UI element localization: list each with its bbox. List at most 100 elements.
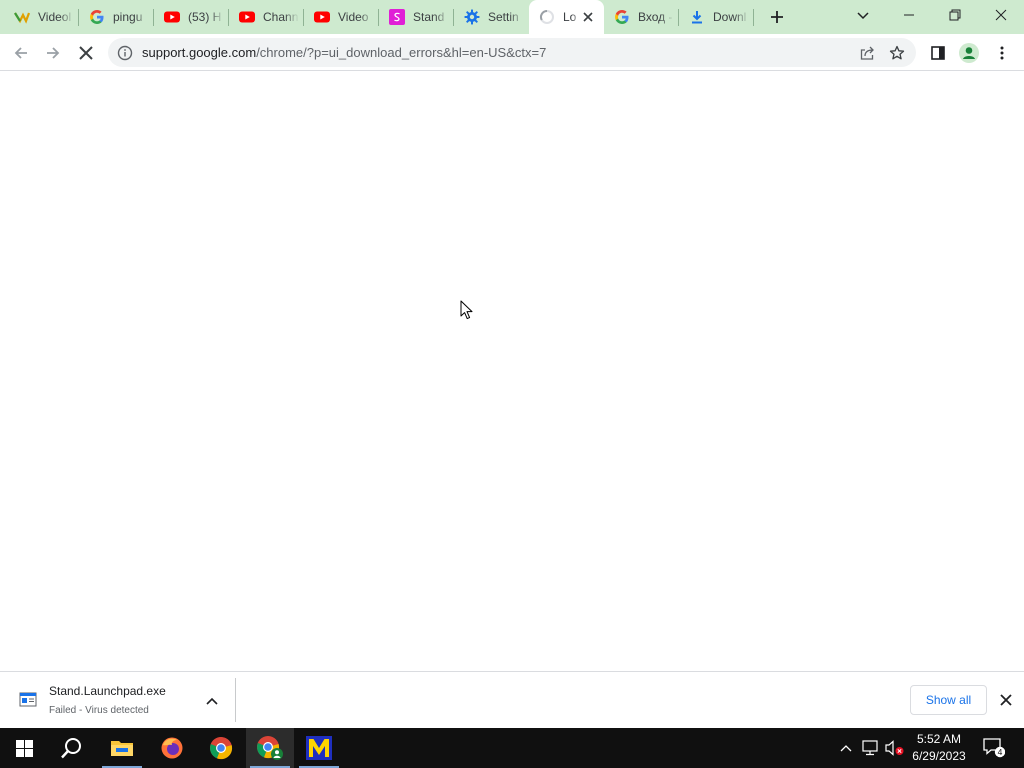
url-path: /chrome/?p=ui_download_errors&hl=en-US&c… — [256, 45, 547, 60]
taskbar-search-button[interactable] — [48, 728, 96, 768]
restore-icon — [949, 9, 961, 21]
tab-title: Stand — [413, 10, 445, 24]
tab-9[interactable]: Вход - — [604, 0, 679, 34]
close-tab-icon[interactable] — [580, 9, 596, 25]
side-panel-button[interactable] — [925, 40, 951, 66]
download-options-button[interactable] — [203, 692, 221, 710]
new-tab-button[interactable] — [766, 6, 788, 28]
chrome-menu-button[interactable] — [989, 40, 1015, 66]
tab-title: (53) H — [188, 10, 222, 24]
three-dots-vertical-icon — [1000, 46, 1004, 60]
browser-toolbar: support.google.com/chrome/?p=ui_download… — [0, 34, 1024, 71]
network-status-button[interactable] — [860, 728, 882, 768]
tab-5[interactable]: Video — [304, 0, 379, 34]
action-center-button[interactable]: 4 — [978, 728, 1010, 768]
download-item[interactable]: Stand.Launchpad.exe Failed - Virus detec… — [0, 678, 236, 722]
site-info-icon[interactable] — [116, 44, 134, 62]
download-icon — [689, 9, 705, 25]
mouse-cursor-icon — [460, 300, 473, 320]
tab-title: Settin — [488, 10, 519, 24]
chevron-up-icon — [840, 745, 852, 752]
firefox-icon — [161, 737, 183, 759]
page-content — [0, 71, 1024, 671]
url-text[interactable]: support.google.com/chrome/?p=ui_download… — [142, 45, 546, 60]
tab-8-active[interactable]: Lo — [529, 0, 604, 34]
close-icon — [995, 9, 1007, 21]
youtube-icon — [239, 9, 255, 25]
chevron-down-icon — [857, 12, 869, 20]
tab-title: Videol — [38, 10, 72, 24]
plus-icon — [771, 11, 783, 23]
back-arrow-icon — [14, 47, 27, 59]
tab-title: Downl — [713, 10, 747, 24]
chrome-profile-icon — [257, 736, 283, 760]
tab-7[interactable]: Settin — [454, 0, 529, 34]
volume-button[interactable] — [884, 728, 906, 768]
clock[interactable]: 5:52 AM 6/29/2023 — [905, 731, 973, 765]
show-hidden-icons-button[interactable] — [836, 728, 856, 768]
tab-10[interactable]: Downl — [679, 0, 754, 34]
m-app-taskbar-button[interactable] — [295, 728, 343, 768]
forward-button[interactable] — [40, 40, 66, 66]
google-icon — [89, 9, 105, 25]
tab-title: Chann — [263, 10, 299, 24]
search-icon — [61, 738, 81, 759]
executable-file-icon — [19, 692, 37, 707]
tab-6[interactable]: Stand — [379, 0, 454, 34]
download-status: Failed - Virus detected — [49, 705, 149, 716]
tab-1[interactable]: Videol — [4, 0, 79, 34]
youtube-icon — [164, 9, 180, 25]
tab-4[interactable]: Chann — [229, 0, 304, 34]
close-shelf-button[interactable] — [996, 690, 1016, 710]
youtube-icon — [314, 9, 330, 25]
chevron-up-icon — [206, 697, 218, 705]
stop-loading-button[interactable] — [73, 40, 99, 66]
chrome-taskbar-button[interactable] — [197, 728, 245, 768]
download-file-name: Stand.Launchpad.exe — [49, 684, 166, 698]
volume-muted-icon — [885, 740, 904, 756]
notification-count: 4 — [998, 747, 1003, 757]
chrome-icon — [210, 737, 233, 760]
google-icon — [614, 9, 630, 25]
back-button[interactable] — [8, 40, 34, 66]
chrome-profile-taskbar-button[interactable] — [246, 728, 294, 768]
bookmark-star-icon[interactable] — [888, 44, 906, 62]
tab-search-button[interactable] — [853, 6, 873, 26]
settings-gear-icon — [464, 9, 480, 25]
tab-title: Вход - — [638, 10, 673, 24]
network-icon — [862, 740, 878, 756]
firefox-taskbar-button[interactable] — [148, 728, 196, 768]
side-panel-icon — [931, 46, 945, 60]
clock-date: 6/29/2023 — [912, 749, 966, 763]
address-bar[interactable]: support.google.com/chrome/?p=ui_download… — [108, 38, 916, 67]
m-app-icon — [306, 736, 332, 760]
show-all-button[interactable]: Show all — [910, 685, 987, 715]
tab-strip: Videol pingu (53) H Chann Video Stand Se… — [0, 0, 1024, 34]
stop-icon — [79, 46, 93, 60]
notification-icon: 4 — [983, 738, 1005, 757]
stand-icon — [389, 9, 405, 25]
download-shelf: Stand.Launchpad.exe Failed - Virus detec… — [0, 671, 1024, 728]
tab-title: pingu — [113, 10, 143, 24]
minimize-icon — [904, 14, 914, 16]
windows-logo-icon — [15, 739, 33, 757]
file-explorer-icon — [111, 741, 133, 756]
file-explorer-taskbar-button[interactable] — [98, 728, 146, 768]
profile-avatar-icon — [959, 43, 979, 63]
profile-button[interactable] — [956, 40, 982, 66]
start-button[interactable] — [0, 728, 48, 768]
tab-3[interactable]: (53) H — [154, 0, 229, 34]
tab-title: Video — [338, 10, 369, 24]
restore-button[interactable] — [932, 0, 978, 30]
close-window-button[interactable] — [978, 0, 1024, 30]
forward-arrow-icon — [47, 47, 60, 59]
loading-spinner-icon — [539, 9, 555, 25]
close-icon — [1000, 694, 1012, 706]
windows-taskbar: 5:52 AM 6/29/2023 4 — [0, 728, 1024, 768]
share-icon[interactable] — [858, 44, 876, 62]
url-host: support.google.com — [142, 45, 257, 60]
tab-title: Lo — [563, 10, 577, 24]
minimize-button[interactable] — [886, 0, 932, 30]
tab-2[interactable]: pingu — [79, 0, 154, 34]
video-app-icon — [14, 9, 30, 25]
